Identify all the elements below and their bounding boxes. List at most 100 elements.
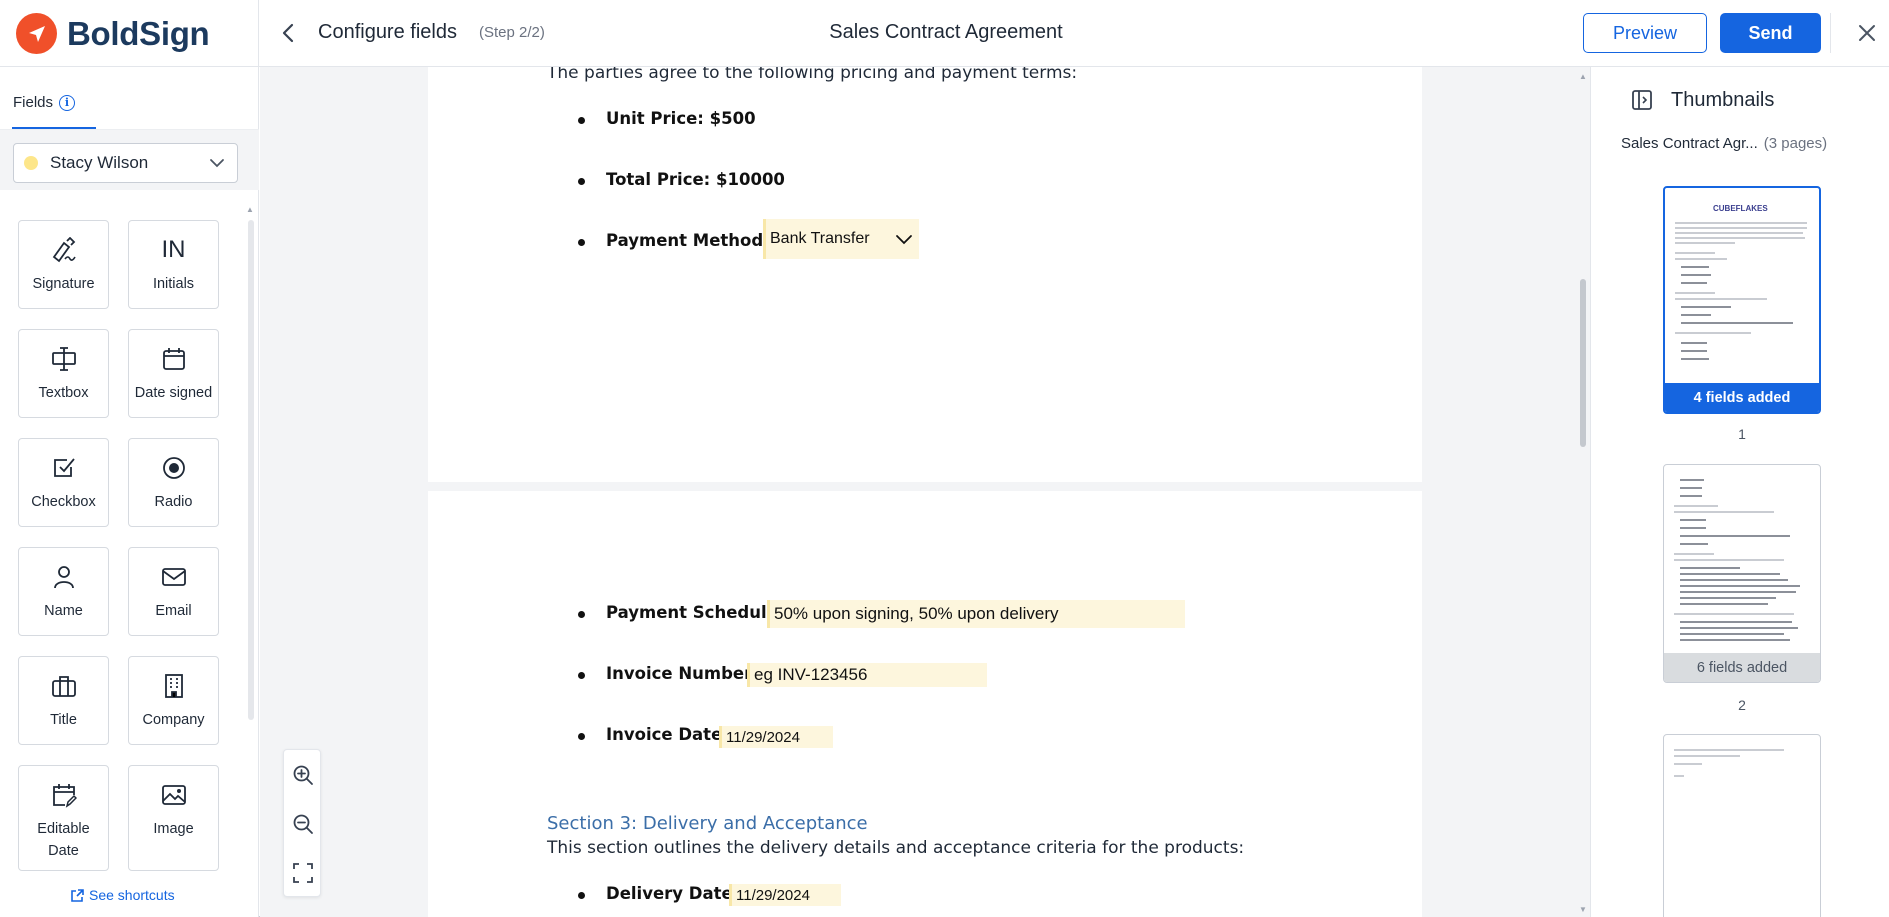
panel-toggle-icon[interactable] <box>1631 89 1653 116</box>
invoice-number-field[interactable]: eg INV-123456 <box>747 663 987 687</box>
thumbnail-page-1[interactable]: CUBEFLAKES 4 fields added <box>1663 186 1821 414</box>
send-button[interactable]: Send <box>1720 13 1821 53</box>
signer-name: Stacy Wilson <box>50 153 149 172</box>
thumbnail-text-line <box>1681 266 1709 268</box>
signer-dropdown[interactable]: Stacy Wilson <box>13 143 238 183</box>
field-checkbox[interactable]: Checkbox <box>18 438 109 527</box>
zoom-out-icon <box>293 814 313 834</box>
thumbnail-page-3[interactable] <box>1663 734 1821 917</box>
tab-fields[interactable]: Fields i <box>13 94 76 111</box>
initials-icon: IN <box>161 236 186 263</box>
thumbnail-text-line <box>1675 237 1805 239</box>
delivery-date-value: 11/29/2024 <box>736 886 810 904</box>
thumbnail-text-line <box>1680 487 1702 489</box>
scroll-up-arrow[interactable]: ▲ <box>1579 72 1587 81</box>
close-button[interactable] <box>1855 21 1879 45</box>
signer-color-dot <box>24 156 38 170</box>
payment-method-value: Bank Transfer <box>770 230 870 247</box>
thumbnail-text-line <box>1680 597 1776 599</box>
thumbnail-text-line <box>1674 749 1784 751</box>
field-label: Initials <box>152 276 195 292</box>
see-shortcuts-label: See shortcuts <box>89 887 175 903</box>
thumbnail-logo: CUBEFLAKES <box>1713 204 1768 213</box>
thumbnail-page-2[interactable]: 6 fields added <box>1663 464 1821 683</box>
top-bar: BoldSign Configure fields (Step 2/2) Sal… <box>0 0 1889 67</box>
field-name[interactable]: Name <box>18 547 109 636</box>
thumbnail-text-line <box>1675 252 1715 254</box>
info-icon[interactable]: i <box>59 94 76 111</box>
thumbnail-text-line <box>1675 298 1767 300</box>
thumbnail-text-line <box>1674 775 1684 777</box>
thumbnail-text-line <box>1680 579 1788 581</box>
field-label: Editable Date <box>37 821 90 859</box>
payment-schedule-field[interactable]: 50% upon signing, 50% upon delivery <box>767 600 1185 628</box>
zoom-in-button[interactable] <box>290 762 316 788</box>
chevron-down-icon <box>895 233 913 251</box>
thumbnail-text-line <box>1674 763 1702 765</box>
fields-scrollbar[interactable] <box>248 220 254 720</box>
thumbnail-text-line <box>1680 639 1790 641</box>
thumbnail-text-line <box>1681 306 1731 308</box>
thumbnail-text-line <box>1675 292 1715 294</box>
step-title: Configure fields <box>318 21 457 43</box>
bullet <box>578 117 585 124</box>
field-image[interactable]: Image <box>128 765 219 871</box>
thumbnail-text-line <box>1674 511 1774 513</box>
close-icon <box>1859 25 1875 41</box>
preview-button[interactable]: Preview <box>1583 13 1707 53</box>
invoice-date-field[interactable]: 11/29/2024 <box>719 726 833 748</box>
payment-schedule-label: Payment Schedule: <box>606 603 785 622</box>
field-title[interactable]: Title <box>18 656 109 745</box>
scroll-up-arrow[interactable]: ▲ <box>246 205 254 214</box>
thumbnail-text-line <box>1680 495 1702 497</box>
back-button[interactable] <box>275 20 301 46</box>
field-signature[interactable]: Signature <box>18 220 109 309</box>
thumbnail-text-line <box>1675 258 1727 260</box>
thumbnail-text-line <box>1674 505 1718 507</box>
thumbnail-text-line <box>1680 479 1704 481</box>
step-indicator: (Step 2/2) <box>479 24 545 41</box>
zoom-out-button[interactable] <box>290 811 316 837</box>
thumbnail-document-info: Sales Contract Agr... (3 pages) <box>1621 135 1827 152</box>
delivery-date-field[interactable]: 11/29/2024 <box>729 884 841 906</box>
person-icon <box>51 564 77 590</box>
thumbnail-text-line <box>1675 222 1807 224</box>
field-radio[interactable]: Radio <box>128 438 219 527</box>
document-scrollbar[interactable] <box>1580 279 1586 447</box>
field-email[interactable]: Email <box>128 547 219 636</box>
field-editable-date[interactable]: Editable Date <box>18 765 109 871</box>
pricing-intro-text: The parties agree to the following prici… <box>547 67 1078 83</box>
document-title: Sales Contract Agreement <box>829 21 1063 43</box>
field-label: Name <box>44 603 83 619</box>
document-page-2: Payment Schedule: 50% upon signing, 50% … <box>428 491 1422 917</box>
field-label: Company <box>142 712 205 728</box>
brand-logo: BoldSign <box>0 0 259 67</box>
external-link-icon <box>71 888 84 902</box>
field-label: Signature <box>32 276 95 292</box>
building-icon <box>161 673 187 699</box>
payment-schedule-value: 50% upon signing, 50% upon delivery <box>774 604 1059 623</box>
briefcase-icon <box>51 673 77 699</box>
thumbnail-text-line <box>1680 567 1740 569</box>
thumbnail-text-line <box>1674 755 1740 757</box>
field-label: Image <box>153 821 194 837</box>
scroll-down-arrow[interactable]: ▼ <box>1579 905 1587 914</box>
fit-to-page-button[interactable] <box>290 860 316 886</box>
field-initials[interactable]: IN Initials <box>128 220 219 309</box>
field-label: Date signed <box>134 385 213 401</box>
thumbnail-fields-badge: 6 fields added <box>1664 653 1820 682</box>
field-date-signed[interactable]: Date signed <box>128 329 219 418</box>
bullet <box>578 239 585 246</box>
see-shortcuts-link[interactable]: See shortcuts <box>70 887 175 903</box>
total-price-text: Total Price: $10000 <box>606 170 785 189</box>
checkbox-icon <box>51 455 77 481</box>
thumbnail-text-line <box>1675 232 1803 234</box>
document-viewer[interactable]: The parties agree to the following prici… <box>260 67 1590 917</box>
thumbnail-document-name: Sales Contract Agr... <box>1621 135 1758 152</box>
field-textbox[interactable]: Textbox <box>18 329 109 418</box>
bullet <box>578 733 585 740</box>
field-company[interactable]: Company <box>128 656 219 745</box>
thumbnails-title: Thumbnails <box>1671 89 1775 111</box>
payment-method-dropdown-field[interactable]: Bank Transfer <box>763 219 919 259</box>
tab-fields-label: Fields <box>13 94 54 111</box>
